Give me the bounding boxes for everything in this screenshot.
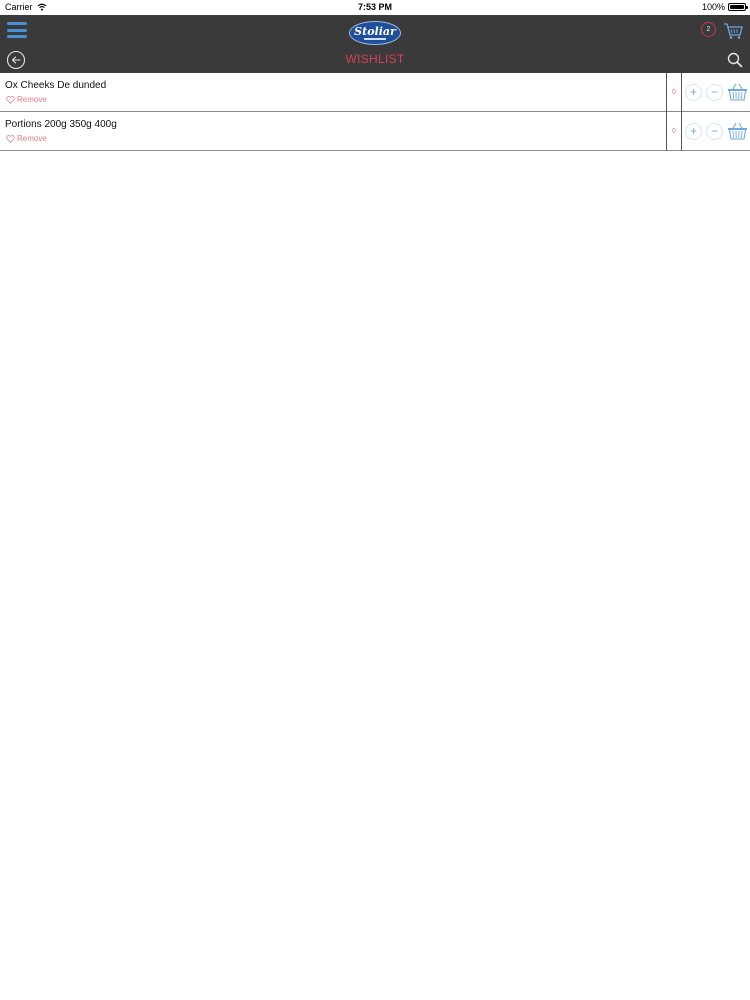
heart-icon — [6, 134, 15, 143]
heart-icon — [6, 95, 15, 104]
battery-icon — [728, 3, 748, 11]
cart-icon[interactable] — [722, 20, 744, 40]
remove-label: Remove — [17, 134, 47, 143]
remove-button[interactable]: Remove — [6, 134, 47, 143]
basket-icon[interactable] — [727, 121, 748, 141]
brand-logo[interactable]: Stoliar — [349, 21, 401, 45]
search-icon[interactable] — [727, 52, 743, 68]
status-bar: Carrier 7:53 PM 100% — [0, 0, 750, 15]
app-header: Stoliar 2 WISHLIST — [0, 15, 750, 73]
page-title: WISHLIST — [345, 52, 405, 66]
plus-icon[interactable]: + — [685, 123, 702, 140]
menu-icon[interactable] — [7, 22, 27, 38]
wishlist-count-badge[interactable]: 2 — [701, 22, 716, 37]
logo-underline — [364, 38, 386, 40]
item-name[interactable]: Ox Cheeks De dunded — [5, 80, 106, 91]
remove-label: Remove — [17, 95, 47, 104]
minus-icon[interactable]: − — [706, 123, 723, 140]
remove-button[interactable]: Remove — [6, 95, 47, 104]
wishlist-row: Ox Cheeks De dunded Remove 0 + − — [0, 73, 750, 112]
wishlist-list: Ox Cheeks De dunded Remove 0 + − Portion… — [0, 73, 750, 151]
quantity-value: 0 — [666, 112, 682, 151]
battery-label: 100% — [701, 2, 725, 12]
logo-text: Stoliar — [354, 25, 396, 38]
minus-icon[interactable]: − — [706, 84, 723, 101]
basket-icon[interactable] — [727, 82, 748, 102]
status-right: 100% — [701, 2, 748, 12]
plus-icon[interactable]: + — [685, 84, 702, 101]
item-name[interactable]: Portions 200g 350g 400g — [5, 119, 117, 130]
quantity-value: 0 — [666, 73, 682, 112]
wishlist-row: Portions 200g 350g 400g Remove 0 + − — [0, 112, 750, 151]
status-time: 7:53 PM — [357, 2, 392, 12]
